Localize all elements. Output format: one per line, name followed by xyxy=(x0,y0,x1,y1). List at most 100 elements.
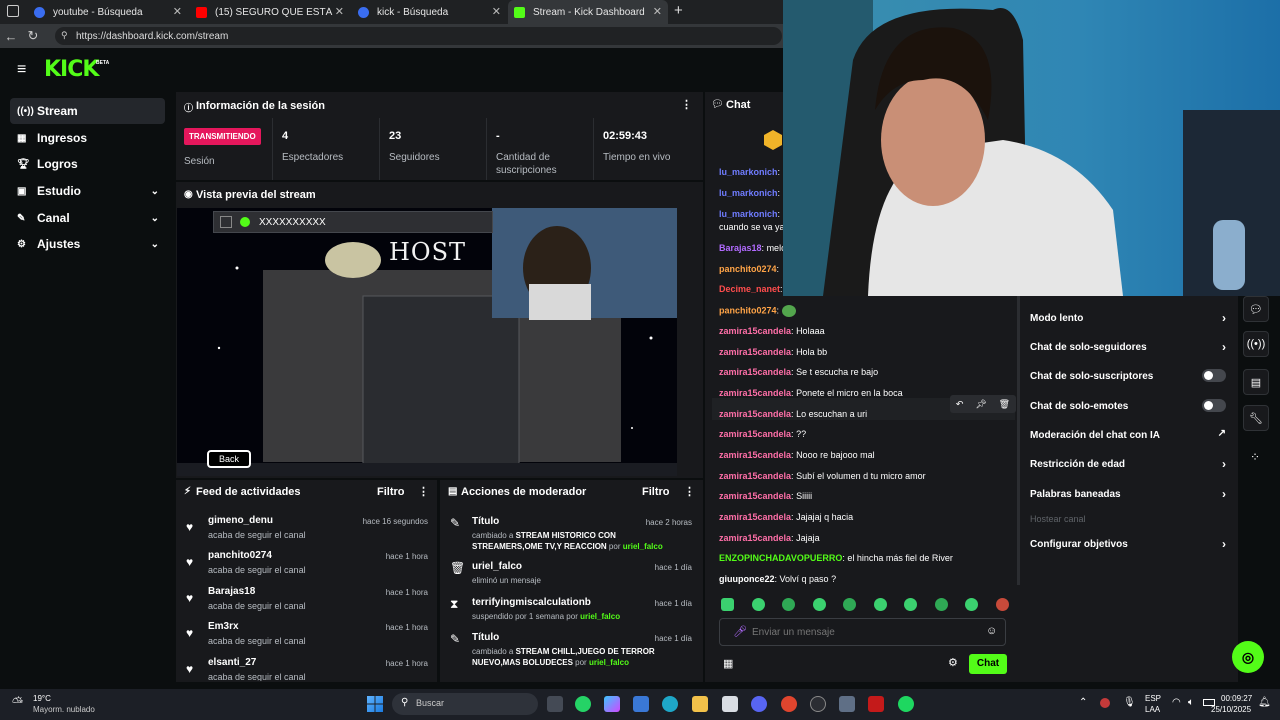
sidebar-item-logros[interactable]: 🏆︎ Logros xyxy=(10,151,165,177)
chat-message[interactable]: Barajas18: melo xyxy=(719,243,786,253)
support-chat-button[interactable]: ◎ xyxy=(1232,641,1264,673)
sidebar-item-ajustes[interactable]: ⚙ Ajustes ⌄ xyxy=(10,231,165,257)
chat-message[interactable]: zamira15candela: Jajaja xyxy=(719,533,820,543)
reply-icon[interactable]: ↶ xyxy=(956,399,964,410)
discord-icon[interactable] xyxy=(751,696,767,712)
tab-youtube[interactable]: youtube - Búsqueda ✕ xyxy=(28,0,188,24)
microphone-tray-icon[interactable]: 🎙︎ xyxy=(1123,697,1136,708)
kick-logo[interactable]: KICK xyxy=(44,57,99,82)
emote-icon[interactable] xyxy=(934,598,948,611)
chat-message[interactable]: lu_markonich: xyxy=(719,209,780,219)
chat-message[interactable]: panchito0274: xyxy=(719,264,779,274)
sidebar-item-canal[interactable]: ✎ Canal ⌄ xyxy=(10,205,165,231)
mod-action-name[interactable]: uriel_falco xyxy=(472,561,522,572)
pin-icon[interactable]: 📌︎ xyxy=(975,399,986,410)
chat-message-input[interactable] xyxy=(752,623,972,641)
chat-message[interactable]: zamira15candela: Holaaa xyxy=(719,326,825,336)
copilot-icon[interactable] xyxy=(604,696,620,712)
chat-message[interactable]: zamira15candela: Nooo re bajooo mal xyxy=(719,450,875,460)
emote-icon[interactable] xyxy=(721,598,734,611)
emote-icon[interactable] xyxy=(812,598,826,611)
setting-solo-suscriptores[interactable]: Chat de solo-suscriptores xyxy=(1030,369,1226,382)
emote-icon[interactable] xyxy=(995,598,1009,611)
feed-filter-button[interactable]: Filtro xyxy=(377,486,405,498)
chat-message[interactable]: Decime_nanet: xyxy=(719,284,783,294)
chat-message[interactable]: lu_markonich: xyxy=(719,167,780,177)
reload-icon[interactable]: ↻ xyxy=(22,28,44,44)
microphone-icon[interactable]: 🎤︎ xyxy=(733,625,747,638)
setting-solo-emotes[interactable]: Chat de solo-emotes xyxy=(1030,399,1226,412)
language-top[interactable]: ESP xyxy=(1145,694,1161,703)
taskbar-search[interactable]: ⚲ Buscar xyxy=(392,693,538,715)
emote-icon[interactable] xyxy=(904,598,918,611)
sidebar-item-stream[interactable]: ((•)) Stream xyxy=(10,98,165,124)
notification-icon[interactable]: 🔔︎ xyxy=(1258,697,1271,708)
chat-message[interactable]: zamira15candela: ?? xyxy=(719,429,806,439)
feed-user[interactable]: Em3rx xyxy=(208,621,239,632)
close-tab-icon[interactable]: ✕ xyxy=(653,5,662,18)
whatsapp-icon[interactable] xyxy=(575,696,591,712)
chat-toggle-icon[interactable]: 💬︎ xyxy=(1243,296,1269,322)
setting-configurar-objetivos[interactable]: Configurar objetivos › xyxy=(1030,537,1226,551)
back-arrow-icon[interactable]: ← xyxy=(0,29,22,44)
setting-modo-lento[interactable]: Modo lento › xyxy=(1030,311,1226,325)
spotify-icon[interactable] xyxy=(898,696,914,712)
wifi-icon[interactable]: ◠ xyxy=(1172,697,1181,708)
window-menu-icon[interactable] xyxy=(7,5,19,17)
edge-browser-icon[interactable] xyxy=(662,696,678,712)
chat-message[interactable]: zamira15candela: Ponete el micro en la b… xyxy=(719,388,903,398)
kebab-menu-icon[interactable]: ⋮ xyxy=(684,485,695,498)
stream-preview-video[interactable]: XXXXXXXXXX HOST Back xyxy=(177,208,677,476)
chat-input-box[interactable]: 🎤︎ ☺ xyxy=(719,618,1006,646)
task-view-icon[interactable] xyxy=(547,696,563,712)
mod-filter-button[interactable]: Filtro xyxy=(642,486,670,498)
toggle-switch[interactable] xyxy=(1202,369,1226,382)
clock-time[interactable]: 00:09:27 xyxy=(1221,694,1252,703)
feed-user[interactable]: Barajas18 xyxy=(208,586,255,597)
delete-icon[interactable]: 🗑︎ xyxy=(999,399,1010,410)
calendar-app-icon[interactable] xyxy=(722,696,738,712)
setting-palabras-baneadas[interactable]: Palabras baneadas › xyxy=(1030,487,1226,501)
close-tab-icon[interactable]: ✕ xyxy=(492,5,501,18)
setting-moderacion-ia[interactable]: Moderación del chat con IA ↗ xyxy=(1030,428,1226,441)
back-button[interactable]: Back xyxy=(207,450,252,468)
weather-icon[interactable]: ⛅︎ xyxy=(12,694,23,711)
language-bottom[interactable]: LAA xyxy=(1145,705,1160,714)
game-launcher-icon[interactable] xyxy=(868,696,884,712)
feed-user[interactable]: elsanti_27 xyxy=(208,657,256,668)
new-tab-icon[interactable]: + xyxy=(674,2,683,19)
kebab-menu-icon[interactable]: ⋮ xyxy=(681,98,692,111)
volume-icon[interactable]: 🔈︎ xyxy=(1188,697,1194,708)
chat-message-continuation[interactable]: cuando se va ya xyxy=(719,222,785,232)
chat-message[interactable]: zamira15candela: Se t escucha re bajo xyxy=(719,367,878,377)
kebab-menu-icon[interactable]: ⋮ xyxy=(418,485,429,498)
obs-icon[interactable] xyxy=(810,696,826,712)
hamburger-menu-icon[interactable]: ≡ xyxy=(17,61,26,79)
chat-message[interactable]: zamira15candela: Subí el volumen d tu mi… xyxy=(719,471,926,481)
feed-user[interactable]: panchito0274 xyxy=(208,550,272,561)
emote-icon[interactable] xyxy=(965,598,979,611)
emote-icon[interactable] xyxy=(843,598,857,611)
emote-icon[interactable] xyxy=(873,598,887,611)
chat-settings-gear-icon[interactable]: ⚙ xyxy=(948,656,958,669)
emoji-picker-icon[interactable]: ☺ xyxy=(986,625,997,637)
close-tab-icon[interactable]: ✕ xyxy=(173,5,182,18)
chat-message[interactable]: zamira15candela: Hola bb xyxy=(719,347,827,357)
sidebar-item-ingresos[interactable]: ▦ Ingresos xyxy=(10,125,165,151)
send-chat-button[interactable]: Chat xyxy=(969,654,1007,674)
chevron-up-icon[interactable]: ⌃ xyxy=(1079,697,1087,708)
tab-youtube-video[interactable]: (15) SEGURO QUE ESTÁ FLOTANDO ✕ xyxy=(190,0,350,24)
chat-message[interactable]: zamira15candela: Siiiii xyxy=(719,491,812,501)
apps-icon[interactable]: ⁘ xyxy=(1250,450,1260,464)
settings-app-icon[interactable] xyxy=(839,696,855,712)
close-tab-icon[interactable]: ✕ xyxy=(335,5,344,18)
tab-kick-search[interactable]: kick - Búsqueda ✕ xyxy=(352,0,507,24)
toggle-switch[interactable] xyxy=(1202,399,1226,412)
tray-app-icon[interactable] xyxy=(1100,698,1110,708)
setting-solo-seguidores[interactable]: Chat de solo-seguidores › xyxy=(1030,340,1226,354)
chat-message[interactable]: zamira15candela: Lo escuchan a uri xyxy=(719,409,867,419)
clock-date[interactable]: 25/10/2025 xyxy=(1211,705,1251,714)
chat-message[interactable]: zamira15candela: Jajajaj q hacia xyxy=(719,512,853,522)
store-icon[interactable]: ▦ xyxy=(723,657,733,670)
weather-temp[interactable]: 19°C xyxy=(33,694,51,703)
